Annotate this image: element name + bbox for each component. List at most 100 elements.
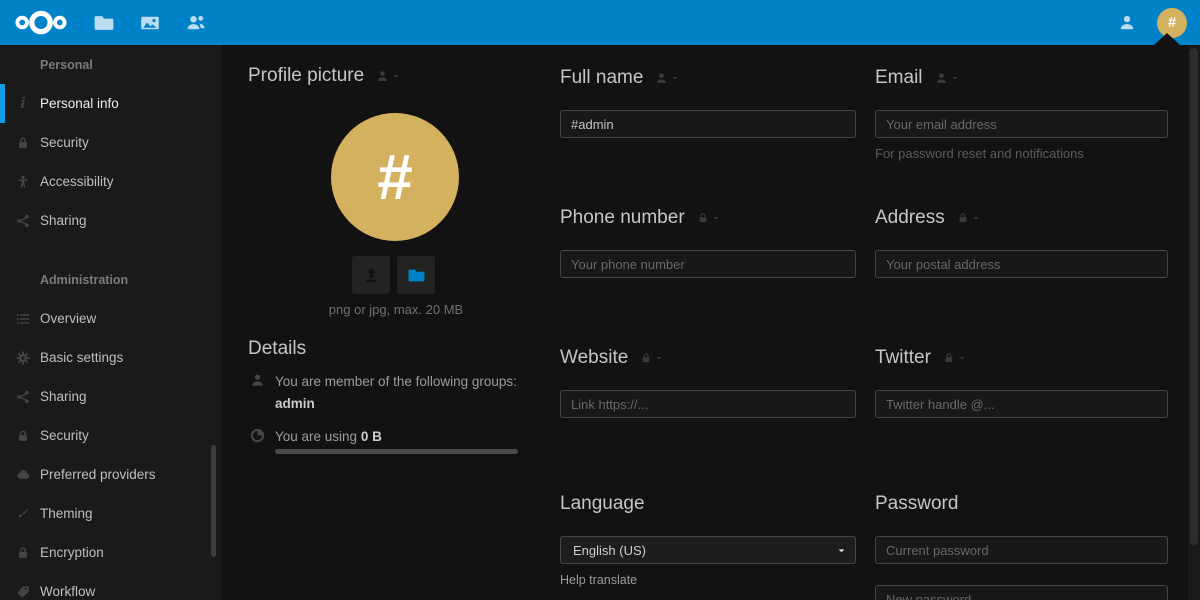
lock-icon: [15, 135, 31, 151]
nextcloud-logo-icon: [15, 10, 67, 35]
choose-avatar-from-files-button[interactable]: [397, 256, 435, 294]
caret-down-icon: [959, 357, 965, 360]
full-name-heading: Full name: [560, 67, 856, 89]
top-header-bar: #: [0, 0, 1200, 45]
lock-scope-icon: [699, 213, 707, 223]
email-input[interactable]: [875, 110, 1168, 138]
avatar-buttons: [352, 256, 435, 294]
quota-progress-bar: [275, 449, 518, 454]
caret-down-icon: [393, 75, 399, 78]
website-input[interactable]: [560, 390, 856, 418]
email-field: Email For password reset and notificatio…: [875, 67, 1168, 161]
paintbrush-icon: [15, 506, 31, 522]
personal-info-content: Profile picture # png or jpg, max. 20 MB…: [222, 45, 1200, 600]
scope-menu-button[interactable]: [943, 352, 966, 364]
scope-menu-button[interactable]: [935, 72, 959, 85]
sidebar-item-sharing-admin[interactable]: Sharing: [0, 377, 222, 416]
twitter-heading: Twitter: [875, 347, 1168, 369]
content-scrollbar[interactable]: [1188, 45, 1200, 600]
user-scope-icon: [657, 72, 667, 83]
share-icon: [15, 213, 31, 229]
sidebar-caption-administration: Administration: [40, 272, 129, 287]
sidebar-item-preferred-providers[interactable]: Preferred providers: [0, 455, 222, 494]
full-name-input[interactable]: [560, 110, 856, 138]
sidebar-item-overview[interactable]: Overview: [0, 299, 222, 338]
new-password-input[interactable]: [875, 585, 1168, 600]
photos-app-icon[interactable]: [140, 13, 160, 33]
website-heading: Website: [560, 347, 856, 369]
lock-scope-icon: [959, 213, 967, 223]
scope-menu-button[interactable]: [655, 72, 679, 85]
sidebar-item-personal-info[interactable]: i Personal info: [0, 84, 222, 123]
email-heading: Email: [875, 67, 1168, 89]
caret-down-icon: [838, 548, 845, 552]
list-icon: [15, 311, 31, 327]
sidebar-item-encryption[interactable]: Encryption: [0, 533, 222, 572]
caret-down-icon: [656, 357, 662, 360]
content-scrollbar-thumb[interactable]: [1190, 48, 1198, 545]
files-app-icon[interactable]: [94, 13, 114, 33]
info-icon: i: [20, 94, 26, 112]
caret-down-icon: [713, 217, 719, 220]
email-helper-text: For password reset and notifications: [875, 146, 1084, 161]
contacts-menu-icon[interactable]: [1117, 13, 1137, 33]
phone-field: Phone number: [560, 207, 856, 278]
contacts-app-icon[interactable]: [186, 13, 206, 33]
sidebar-item-security-admin[interactable]: Security: [0, 416, 222, 455]
quota-icon: [250, 428, 266, 444]
scope-menu-button[interactable]: [697, 212, 720, 224]
details-heading: Details: [248, 338, 307, 359]
app-navigation: [94, 13, 206, 33]
user-scope-icon: [378, 70, 388, 81]
current-password-input[interactable]: [875, 536, 1168, 564]
language-heading: Language: [560, 493, 645, 514]
user-icon: [250, 373, 266, 389]
user-scope-icon: [936, 72, 946, 83]
twitter-field: Twitter: [875, 347, 1168, 418]
scope-menu-button[interactable]: [640, 352, 663, 364]
full-name-field: Full name: [560, 67, 856, 138]
quota-usage-text: You are using 0 B: [275, 429, 382, 444]
address-input[interactable]: [875, 250, 1168, 278]
phone-heading: Phone number: [560, 207, 856, 229]
lock-scope-icon: [945, 353, 953, 363]
folder-icon: [408, 269, 424, 281]
language-selected-value: English (US): [573, 542, 646, 558]
avatar-upload-hint: png or jpg, max. 20 MB: [328, 302, 464, 317]
twitter-input[interactable]: [875, 390, 1168, 418]
lock-scope-icon: [642, 353, 650, 363]
groups-membership-text: You are member of the following groups:: [275, 374, 517, 389]
sidebar-item-theming[interactable]: Theming: [0, 494, 222, 533]
sidebar-item-basic-settings[interactable]: Basic settings: [0, 338, 222, 377]
password-heading: Password: [875, 493, 959, 514]
phone-input[interactable]: [560, 250, 856, 278]
share-icon: [15, 389, 31, 405]
scope-menu-button[interactable]: [376, 70, 400, 83]
settings-sidebar: Personal i Personal info Security Access…: [0, 45, 222, 600]
caret-down-icon: [952, 77, 958, 80]
scope-menu-button[interactable]: [957, 212, 980, 224]
gear-icon: [15, 350, 31, 366]
website-field: Website: [560, 347, 856, 418]
nextcloud-settings-app: # Personal i Personal info Security Acce…: [0, 0, 1200, 600]
help-translate-link[interactable]: Help translate: [560, 573, 637, 587]
profile-avatar[interactable]: #: [331, 113, 459, 241]
language-select[interactable]: English (US): [560, 536, 856, 564]
lock-icon: [15, 545, 31, 561]
sidebar-item-workflow[interactable]: Workflow: [0, 572, 222, 600]
group-name: admin: [275, 396, 315, 411]
nextcloud-logo[interactable]: [14, 9, 68, 36]
profile-picture-heading: Profile picture: [248, 65, 400, 87]
cloud-icon: [15, 467, 31, 483]
caret-down-icon: [973, 217, 979, 220]
address-heading: Address: [875, 207, 1168, 229]
tag-icon: [15, 584, 31, 600]
sidebar-item-security[interactable]: Security: [0, 123, 222, 162]
upload-avatar-button[interactable]: [352, 256, 390, 294]
language-field: Language English (US) Help translate: [560, 493, 856, 589]
password-field: Password: [875, 493, 1168, 600]
sidebar-item-sharing-personal[interactable]: Sharing: [0, 201, 222, 240]
upload-icon: [365, 268, 377, 282]
sidebar-item-accessibility[interactable]: Accessibility: [0, 162, 222, 201]
sidebar-scrollbar-thumb[interactable]: [211, 445, 216, 557]
